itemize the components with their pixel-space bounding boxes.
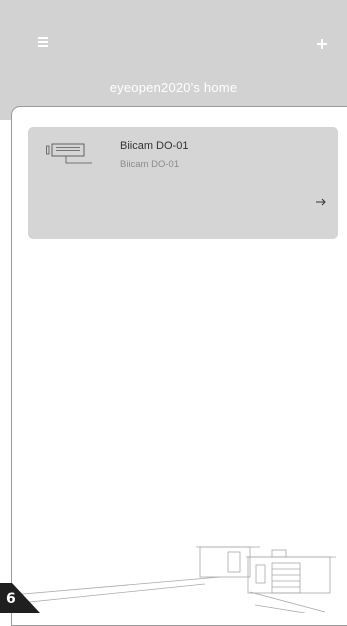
camera-icon <box>46 143 92 164</box>
app-header: eyeopen2020's home <box>0 0 347 120</box>
menu-icon <box>38 37 48 47</box>
device-model: Biicam DO-01 <box>120 159 180 170</box>
plus-icon <box>317 39 327 49</box>
add-device-button[interactable] <box>312 34 328 50</box>
device-name: Biicam DO-01 <box>120 140 189 152</box>
page-badge: 6 <box>0 583 40 613</box>
device-card[interactable]: Biicam DO-01 Biicam DO-01 <box>28 127 338 239</box>
house-illustration <box>0 546 336 613</box>
arrow-right-icon[interactable] <box>315 197 327 207</box>
page-number: 6 <box>6 591 16 607</box>
menu-button[interactable] <box>38 36 52 48</box>
home-title: eyeopen2020's home <box>109 80 238 95</box>
